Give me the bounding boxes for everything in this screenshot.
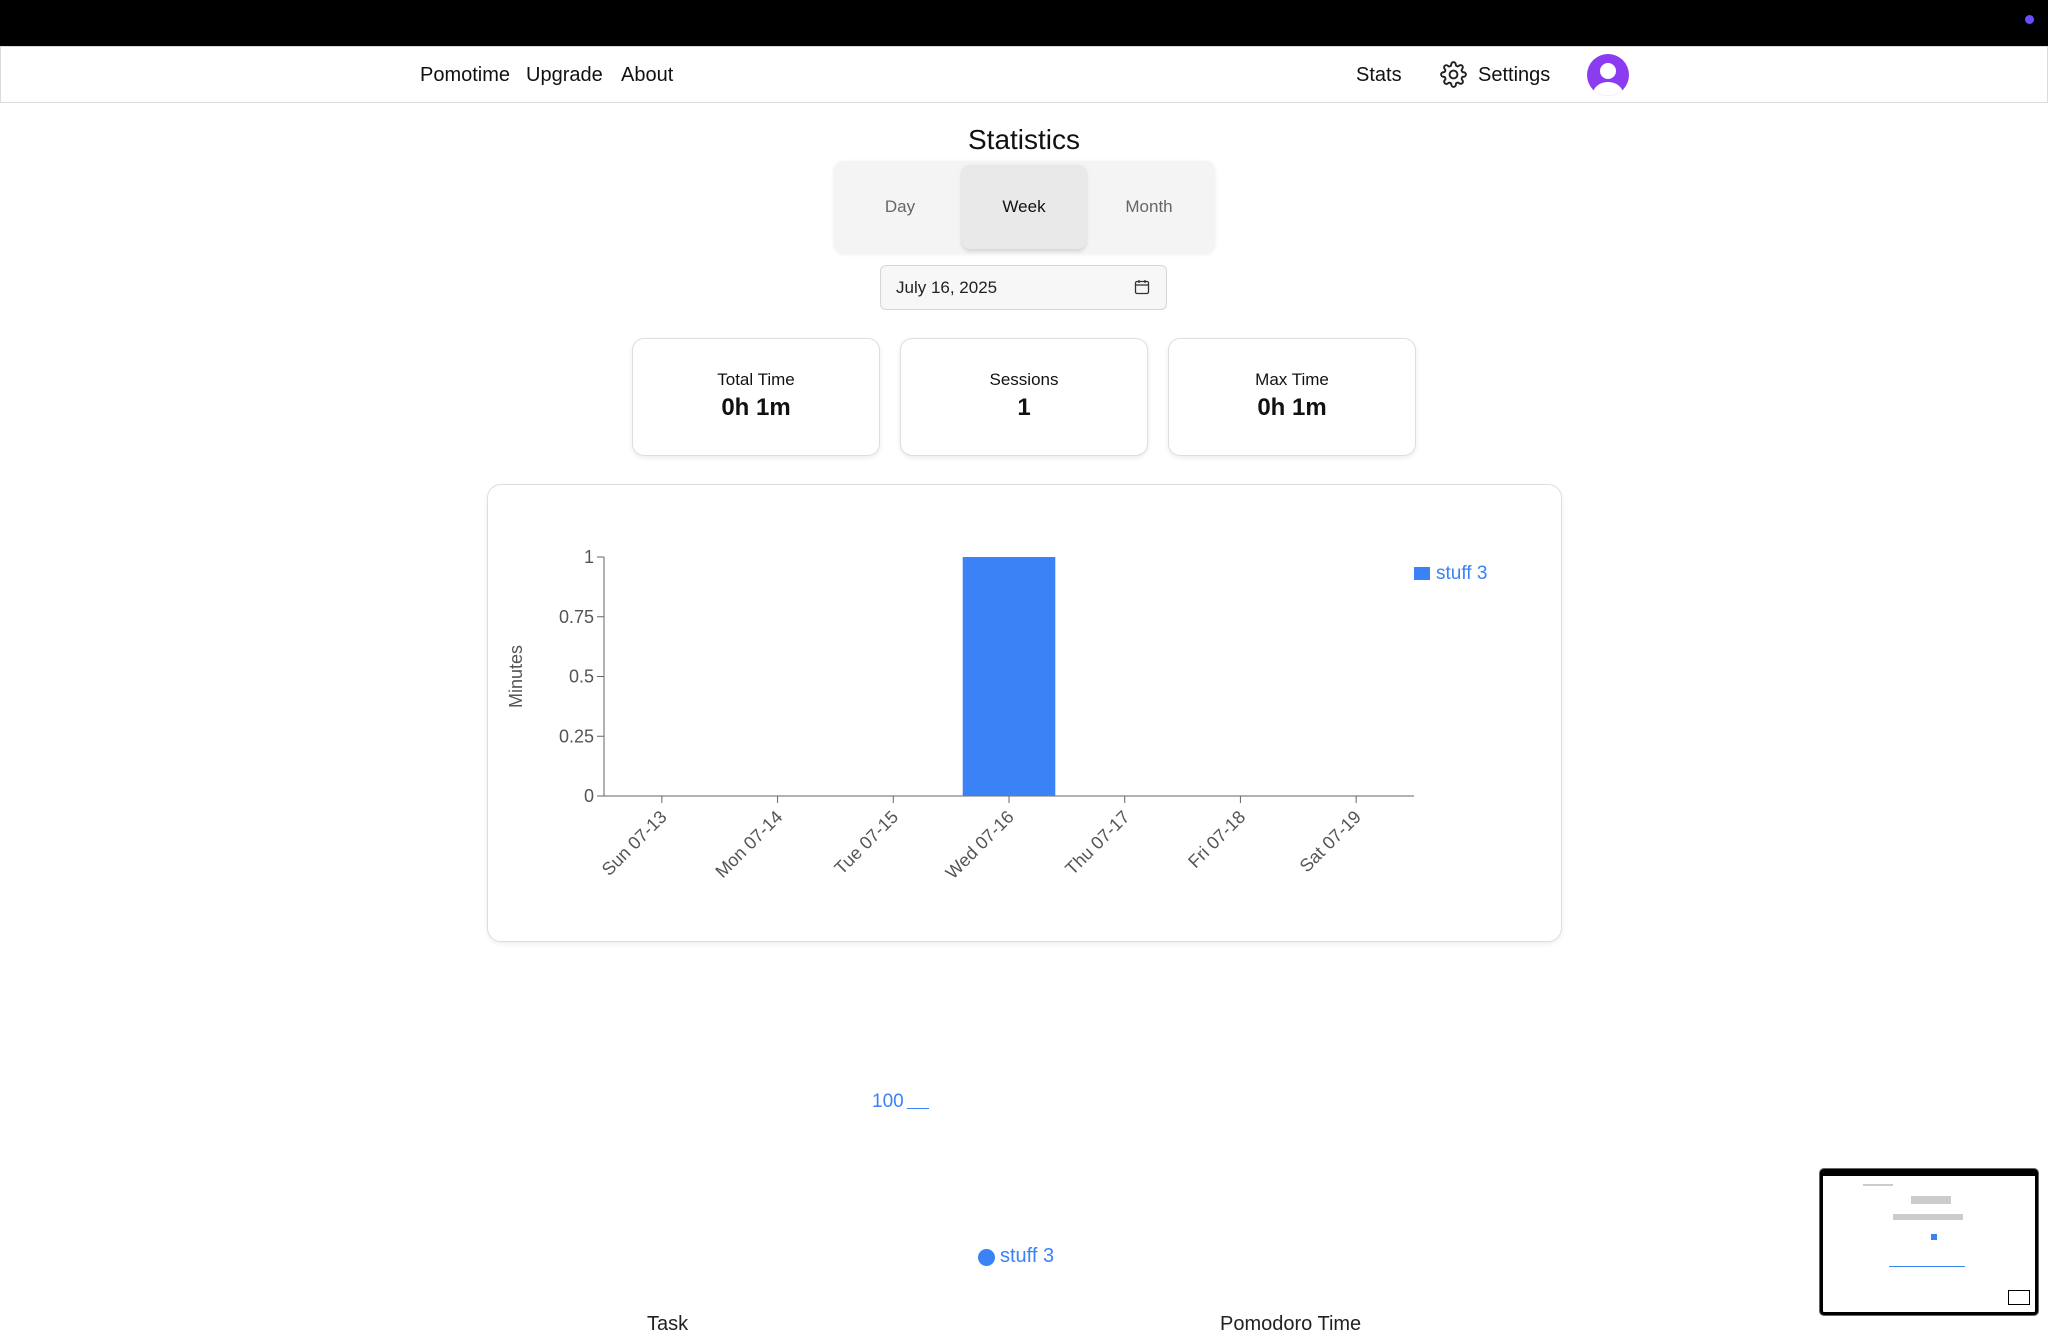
total-time-value: 0h 1m bbox=[721, 394, 791, 421]
table-header-pomodoro-time: Pomodoro Time bbox=[1220, 1313, 1362, 1335]
y-tick-label: 0.5 bbox=[569, 667, 594, 687]
tab-week[interactable]: Week bbox=[962, 165, 1086, 249]
bar-chart: 0 0.25 0.5 0.75 1 Minutes Sun 07-13 Mon 07-14 Tu… bbox=[506, 547, 1487, 883]
tab-day[interactable]: Day bbox=[838, 165, 962, 249]
gear-icon[interactable] bbox=[1440, 61, 1467, 88]
legend-label: stuff 3 bbox=[1436, 563, 1487, 584]
date-picker[interactable]: July 16, 2025 bbox=[880, 265, 1167, 310]
nav-settings-link[interactable]: Settings bbox=[1478, 64, 1550, 87]
date-picker-value: July 16, 2025 bbox=[896, 278, 998, 297]
chart-card: 0 0.25 0.5 0.75 1 Minutes Sun 07-13 Mon 07-14 Tu… bbox=[487, 484, 1562, 942]
pie-legend-dot bbox=[978, 1249, 995, 1266]
minimap-topbar bbox=[1823, 1172, 2035, 1176]
x-tick-label: Sat 07-19 bbox=[1296, 807, 1365, 876]
minimap-bar bbox=[1889, 1266, 1965, 1267]
pie-legend-label: stuff 3 bbox=[1000, 1245, 1055, 1267]
minimap-line bbox=[1893, 1214, 1963, 1220]
page-title: Statistics bbox=[967, 124, 1081, 155]
minimap-preview[interactable] bbox=[1820, 1169, 2038, 1315]
x-tick-label: Sun 07-13 bbox=[598, 807, 671, 880]
period-tabs: Day Week Month bbox=[834, 161, 1215, 253]
avatar-head bbox=[1600, 63, 1616, 79]
max-time-label: Max Time bbox=[1255, 370, 1329, 389]
table-header-task: Task bbox=[647, 1313, 689, 1335]
x-tick-label: Wed 07-16 bbox=[942, 807, 1018, 883]
y-axis-label: Minutes bbox=[506, 645, 526, 708]
tab-month[interactable]: Month bbox=[1087, 165, 1211, 249]
y-tick-label: 1 bbox=[584, 547, 594, 567]
minimap-line bbox=[1911, 1196, 1951, 1204]
bar bbox=[962, 557, 1056, 796]
sessions-value: 1 bbox=[1017, 394, 1031, 421]
y-tick-label: 0.75 bbox=[559, 607, 594, 627]
sessions-label: Sessions bbox=[989, 370, 1059, 389]
nav-upgrade-link[interactable]: Upgrade bbox=[526, 64, 603, 87]
max-time-value: 0h 1m bbox=[1257, 394, 1327, 421]
browser-top-bar bbox=[0, 0, 2048, 46]
legend-swatch bbox=[1414, 567, 1430, 580]
nav-about-link[interactable]: About bbox=[621, 64, 673, 87]
avatar-body bbox=[1593, 82, 1623, 96]
minimap-corner-box bbox=[2008, 1290, 2030, 1305]
x-tick-label: Mon 07-14 bbox=[711, 807, 786, 882]
y-tick-label: 0.25 bbox=[559, 726, 594, 746]
x-tick-label: Thu 07-17 bbox=[1061, 807, 1133, 879]
sessions-card: Sessions 1 bbox=[900, 338, 1148, 456]
minimap-bar bbox=[1931, 1234, 1937, 1240]
nav-brand-link[interactable]: Pomotime bbox=[420, 64, 510, 87]
nav-stats-link[interactable]: Stats bbox=[1356, 64, 1402, 87]
pie-value-label: 100 bbox=[872, 1091, 904, 1112]
pie-label-line bbox=[907, 1108, 929, 1109]
x-tick-label: Tue 07-15 bbox=[830, 807, 902, 879]
max-time-card: Max Time 0h 1m bbox=[1168, 338, 1416, 456]
total-time-label: Total Time bbox=[717, 370, 795, 389]
calendar-icon[interactable] bbox=[1134, 279, 1150, 295]
user-avatar[interactable] bbox=[1587, 54, 1629, 96]
total-time-card: Total Time 0h 1m bbox=[632, 338, 880, 456]
nav-bar: Pomotime Upgrade About Stats Settings bbox=[0, 46, 2048, 103]
minimap-line bbox=[1863, 1184, 1893, 1186]
indicator-dot bbox=[2025, 15, 2034, 24]
x-tick-label: Fri 07-18 bbox=[1184, 807, 1249, 872]
y-tick-label: 0 bbox=[584, 786, 594, 806]
